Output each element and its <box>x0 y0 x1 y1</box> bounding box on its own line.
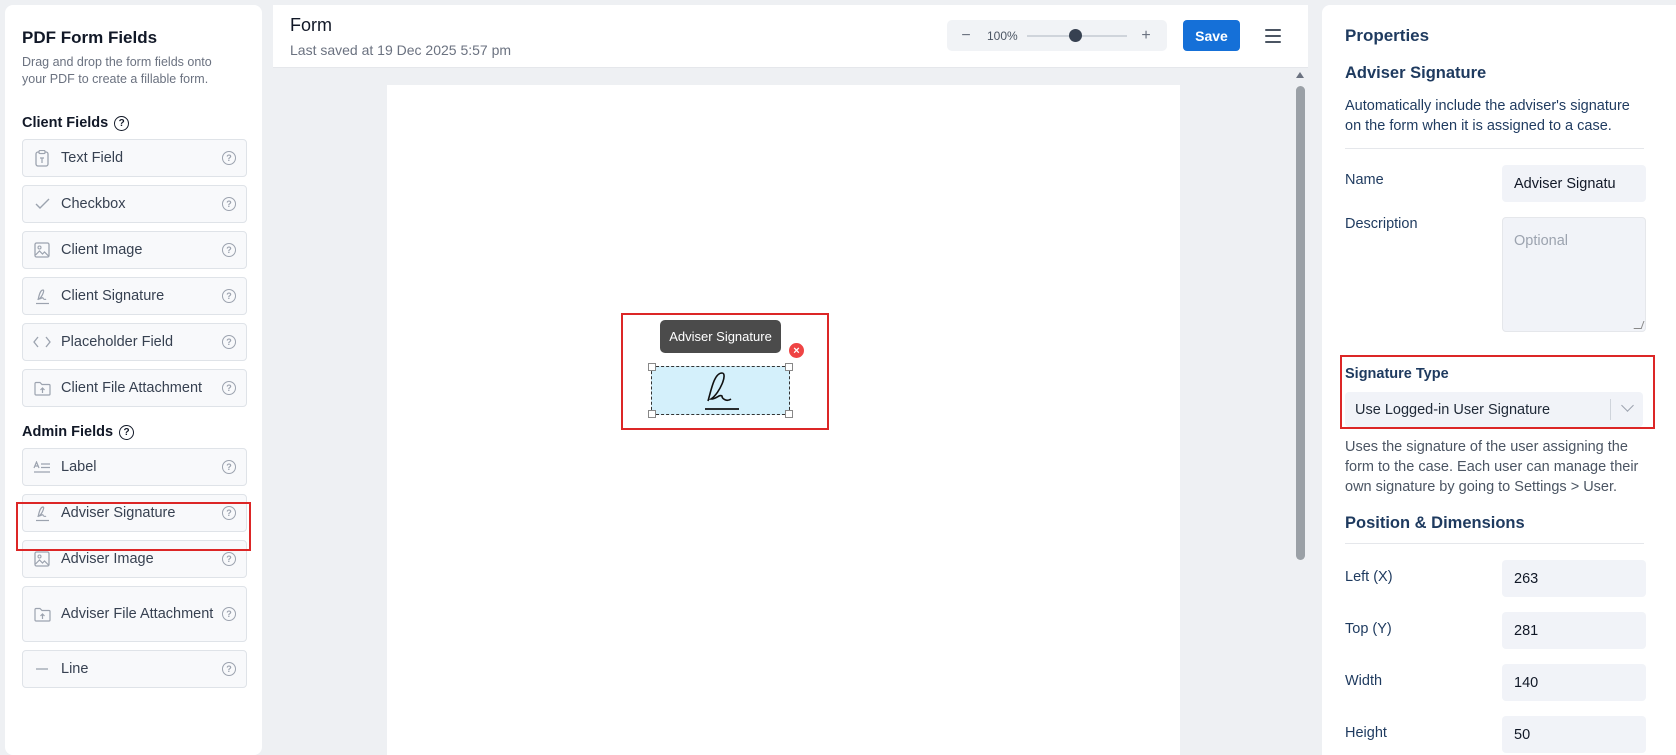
field-type-title: Adviser Signature <box>1345 64 1487 82</box>
zoom-in-button[interactable]: + <box>1137 27 1155 45</box>
help-icon[interactable]: ? <box>222 552 236 566</box>
field-label: Checkbox <box>61 195 126 212</box>
field-item-client-image[interactable]: Client Image ? <box>22 231 247 269</box>
image-icon <box>33 550 51 568</box>
name-input[interactable]: Adviser Signatu <box>1502 165 1646 202</box>
description-label: Description <box>1345 216 1418 232</box>
field-label: Label <box>61 458 97 475</box>
height-label: Height <box>1345 725 1387 741</box>
field-label: Text Field <box>61 149 124 166</box>
field-item-line[interactable]: Line ? <box>22 650 247 688</box>
field-label: Adviser Image <box>61 550 154 567</box>
admin-fields-list: Label ? Adviser Signature ? Adviser Imag… <box>22 448 247 688</box>
divider <box>1345 148 1644 149</box>
field-label: Adviser File Attachment <box>61 605 214 622</box>
width-input[interactable]: 140 <box>1502 664 1646 701</box>
zoom-control: − 100% + <box>947 20 1167 51</box>
help-icon[interactable]: ? <box>222 289 236 303</box>
save-button[interactable]: Save <box>1183 20 1240 51</box>
code-brackets-icon <box>33 333 51 351</box>
field-item-client-signature[interactable]: Client Signature ? <box>22 277 247 315</box>
line-icon <box>33 660 51 678</box>
help-icon[interactable]: ? <box>222 243 236 257</box>
adviser-signature-item-highlight <box>16 502 251 551</box>
zoom-slider[interactable] <box>1027 28 1127 42</box>
resize-handle-top-right[interactable] <box>785 363 793 371</box>
top-y-label: Top (Y) <box>1345 621 1392 637</box>
field-item-checkbox[interactable]: Checkbox ? <box>22 185 247 223</box>
field-item-client-file-attachment[interactable]: Client File Attachment ? <box>22 369 247 407</box>
page-title: Form <box>290 15 332 35</box>
form-fields-sidebar: PDF Form Fields Drag and drop the form f… <box>5 5 262 755</box>
zoom-slider-handle[interactable] <box>1069 28 1082 42</box>
help-icon[interactable]: ? <box>222 151 236 165</box>
help-icon[interactable]: ? <box>222 335 236 349</box>
help-icon[interactable]: ? <box>222 662 236 676</box>
height-input[interactable]: 50 <box>1502 716 1646 753</box>
client-fields-list: Text Field ? Checkbox ? Client Image ? C… <box>22 139 247 407</box>
resize-grip-icon[interactable] <box>1633 321 1645 329</box>
name-label: Name <box>1345 172 1384 188</box>
folder-upload-icon <box>33 605 51 623</box>
sidebar-description: Drag and drop the form fields onto your … <box>22 55 212 86</box>
canvas-scrollbar[interactable] <box>1296 72 1305 755</box>
resize-handle-bottom-right[interactable] <box>785 410 793 418</box>
client-fields-label: Client Fields <box>22 115 109 131</box>
field-item-label[interactable]: Label ? <box>22 448 247 486</box>
check-icon <box>33 195 51 213</box>
folder-upload-icon <box>33 379 51 397</box>
field-label: Client File Attachment <box>61 379 203 396</box>
zoom-out-button[interactable]: − <box>957 27 975 45</box>
field-tooltip: Adviser Signature <box>660 320 781 353</box>
last-saved-text: Last saved at 19 Dec 2025 5:57 pm <box>290 42 512 58</box>
help-icon[interactable]: ? <box>222 381 236 395</box>
help-icon[interactable]: ? <box>222 607 236 621</box>
field-item-adviser-file-attachment[interactable]: Adviser File Attachment ? <box>22 586 247 642</box>
divider <box>1345 543 1644 544</box>
sidebar-title: PDF Form Fields <box>22 28 158 47</box>
help-icon[interactable]: ? <box>222 460 236 474</box>
hamburger-menu-icon[interactable] <box>1265 29 1281 43</box>
resize-handle-bottom-left[interactable] <box>648 410 656 418</box>
clipboard-icon <box>33 149 51 167</box>
adviser-signature-field[interactable] <box>648 363 793 418</box>
client-fields-heading: Client Fields ? <box>22 115 245 131</box>
description-textarea[interactable]: Optional <box>1502 217 1646 332</box>
zoom-level: 100% <box>987 28 1018 43</box>
signature-type-highlight <box>1340 355 1655 429</box>
top-y-input[interactable]: 281 <box>1502 612 1646 649</box>
signature-icon <box>702 369 742 418</box>
field-type-description: Automatically include the adviser's sign… <box>1345 98 1630 134</box>
remove-field-button[interactable]: × <box>789 343 804 358</box>
help-icon[interactable]: ? <box>114 115 130 131</box>
field-label: Client Image <box>61 241 143 258</box>
help-icon[interactable]: ? <box>119 424 135 440</box>
field-item-placeholder-field[interactable]: Placeholder Field ? <box>22 323 247 361</box>
scroll-up-arrow-icon[interactable] <box>1296 72 1304 78</box>
left-x-label: Left (X) <box>1345 569 1393 585</box>
properties-title: Properties <box>1345 26 1430 45</box>
field-label: Line <box>61 660 89 677</box>
left-x-input[interactable]: 263 <box>1502 560 1646 597</box>
editor-header: Form Last saved at 19 Dec 2025 5:57 pm −… <box>273 5 1308 68</box>
signature-type-help: Uses the signature of the user assigning… <box>1345 439 1639 495</box>
signature-icon <box>33 287 51 305</box>
scrollbar-thumb[interactable] <box>1296 86 1305 560</box>
field-label: Placeholder Field <box>61 333 174 350</box>
admin-fields-label: Admin Fields <box>22 424 114 440</box>
field-label: Client Signature <box>61 287 165 304</box>
description-placeholder: Optional <box>1514 233 1569 249</box>
position-dimensions-title: Position & Dimensions <box>1345 514 1525 532</box>
admin-fields-heading: Admin Fields ? <box>22 424 245 440</box>
help-icon[interactable]: ? <box>222 197 236 211</box>
resize-handle-top-left[interactable] <box>648 363 656 371</box>
field-item-text-field[interactable]: Text Field ? <box>22 139 247 177</box>
width-label: Width <box>1345 673 1383 689</box>
text-label-icon <box>33 458 51 476</box>
image-icon <box>33 241 51 259</box>
